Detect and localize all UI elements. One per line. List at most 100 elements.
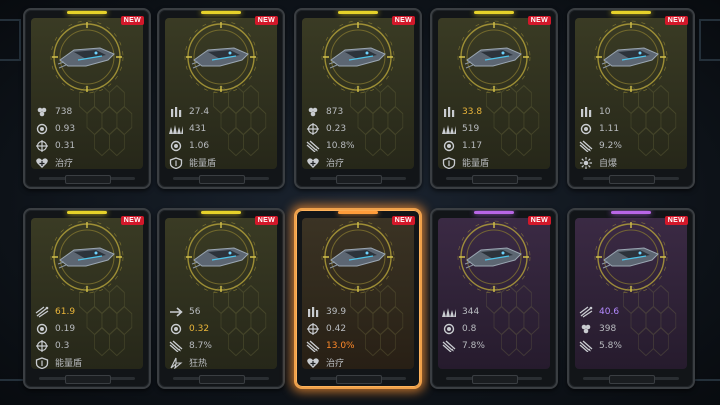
shield-icon <box>442 156 456 169</box>
stat-value: 398 <box>599 323 617 334</box>
stat-value: 9.2% <box>599 140 622 151</box>
equipment-card-5[interactable]: NEW 10 1.11 9.2% 自爆 <box>567 8 695 189</box>
rarity-bar <box>201 211 241 214</box>
rarity-bar <box>67 211 107 214</box>
ammo-icon <box>306 306 320 318</box>
ring-icon <box>442 323 456 335</box>
stat-value: 0.8 <box>462 323 477 334</box>
stat-value: 344 <box>462 306 480 317</box>
stat-row: 0.8 <box>442 320 548 337</box>
equipment-card-2[interactable]: NEW 27.4 431 1.06 能量盾 <box>157 8 285 189</box>
burst-icon <box>579 305 593 318</box>
stat-list: 344 0.8 7.8% <box>442 303 548 354</box>
stat-value: 61.9 <box>55 306 76 317</box>
stat-row: 27.4 <box>169 103 275 120</box>
new-badge: NEW <box>527 216 551 225</box>
spikes-icon <box>442 306 456 318</box>
ring-icon <box>442 140 456 152</box>
spaceship-icon <box>464 247 522 269</box>
card-footer <box>296 173 420 184</box>
equipment-card-7[interactable]: NEW 56 0.32 8.7% 狂热 <box>157 208 285 389</box>
crosshair-icon <box>35 139 49 152</box>
stat-value: 738 <box>55 106 73 117</box>
stat-value: 治疗 <box>55 159 74 169</box>
stat-value: 治疗 <box>326 359 345 369</box>
stat-row: 5.8% <box>579 337 685 354</box>
equipment-card-3[interactable]: NEW 873 0.23 10.8% 治疗 <box>294 8 422 189</box>
stat-value: 能量盾 <box>55 359 83 369</box>
rarity-bar <box>338 211 378 214</box>
ring-icon <box>35 323 49 335</box>
stat-row: 431 <box>169 120 275 137</box>
card-footer <box>25 173 149 184</box>
card-footer <box>432 373 556 384</box>
rarity-bar <box>201 11 241 14</box>
stat-value: 能量盾 <box>462 159 490 169</box>
rarity-bar <box>611 211 651 214</box>
heal-icon <box>35 157 49 169</box>
stat-value: 39.9 <box>326 306 347 317</box>
heal-icon <box>306 357 320 369</box>
card-footer <box>432 173 556 184</box>
spaceship-icon <box>57 247 115 269</box>
spaceship-icon <box>191 247 249 269</box>
missiles-icon <box>306 140 320 152</box>
equipment-card-8[interactable]: NEW 39.9 0.42 13.0% 治疗 <box>294 208 422 389</box>
stat-row: 1.11 <box>579 120 685 137</box>
stat-row: 10.8% <box>306 137 412 154</box>
new-badge: NEW <box>527 16 551 25</box>
spaceship-icon <box>601 47 659 69</box>
stat-value: 10.8% <box>326 140 355 151</box>
stat-row: 治疗 <box>35 154 141 171</box>
stat-row: 7.8% <box>442 337 548 354</box>
stat-value: 0.32 <box>189 323 210 334</box>
stat-list: 27.4 431 1.06 能量盾 <box>169 103 275 171</box>
card-footer <box>25 373 149 384</box>
stat-row: 398 <box>579 320 685 337</box>
spikes-icon <box>169 123 183 135</box>
stat-value: 27.4 <box>189 106 210 117</box>
stat-value: 7.8% <box>462 340 485 351</box>
spaceship-icon <box>57 47 115 69</box>
frenzy-icon <box>169 357 183 369</box>
card-footer <box>159 373 283 384</box>
heal-icon <box>306 157 320 169</box>
stat-row: 1.17 <box>442 137 548 154</box>
stat-value: 431 <box>189 123 207 134</box>
stat-value: 狂热 <box>189 359 208 369</box>
missiles-icon <box>579 340 593 352</box>
ammo-icon <box>169 106 183 118</box>
equipment-card-10[interactable]: NEW 40.6 398 5.8% <box>567 208 695 389</box>
card-footer <box>569 373 693 384</box>
missiles-icon <box>169 340 183 352</box>
stat-list: 39.9 0.42 13.0% 治疗 <box>306 303 412 371</box>
equipment-card-6[interactable]: NEW 61.9 0.19 0.3 能量盾 <box>23 208 151 389</box>
stat-row: 能量盾 <box>442 154 548 171</box>
equipment-card-9[interactable]: NEW 344 0.8 7.8% <box>430 208 558 389</box>
equipment-card-4[interactable]: NEW 33.8 519 1.17 能量盾 <box>430 8 558 189</box>
stat-value: 1.06 <box>189 140 210 151</box>
stat-row: 39.9 <box>306 303 412 320</box>
stat-row: 治疗 <box>306 154 412 171</box>
equipment-card-1[interactable]: NEW 738 0.93 0.31 治疗 <box>23 8 151 189</box>
stat-row: 能量盾 <box>35 354 141 371</box>
ammo-icon <box>442 106 456 118</box>
card-footer <box>569 173 693 184</box>
card-footer <box>159 173 283 184</box>
stat-value: 5.8% <box>599 340 622 351</box>
stat-value: 自爆 <box>599 159 618 169</box>
stat-row: 40.6 <box>579 303 685 320</box>
stat-list: 56 0.32 8.7% 狂热 <box>169 303 275 371</box>
card-footer <box>296 373 420 384</box>
stat-row: 0.23 <box>306 120 412 137</box>
stat-row: 1.06 <box>169 137 275 154</box>
stat-value: 0.31 <box>55 140 76 151</box>
ring-icon <box>35 123 49 135</box>
stat-row: 治疗 <box>306 354 412 371</box>
new-badge: NEW <box>254 216 278 225</box>
stat-value: 治疗 <box>326 159 345 169</box>
stat-row: 0.93 <box>35 120 141 137</box>
stat-row: 519 <box>442 120 548 137</box>
missiles-icon <box>579 140 593 152</box>
stat-value: 1.11 <box>599 123 620 134</box>
